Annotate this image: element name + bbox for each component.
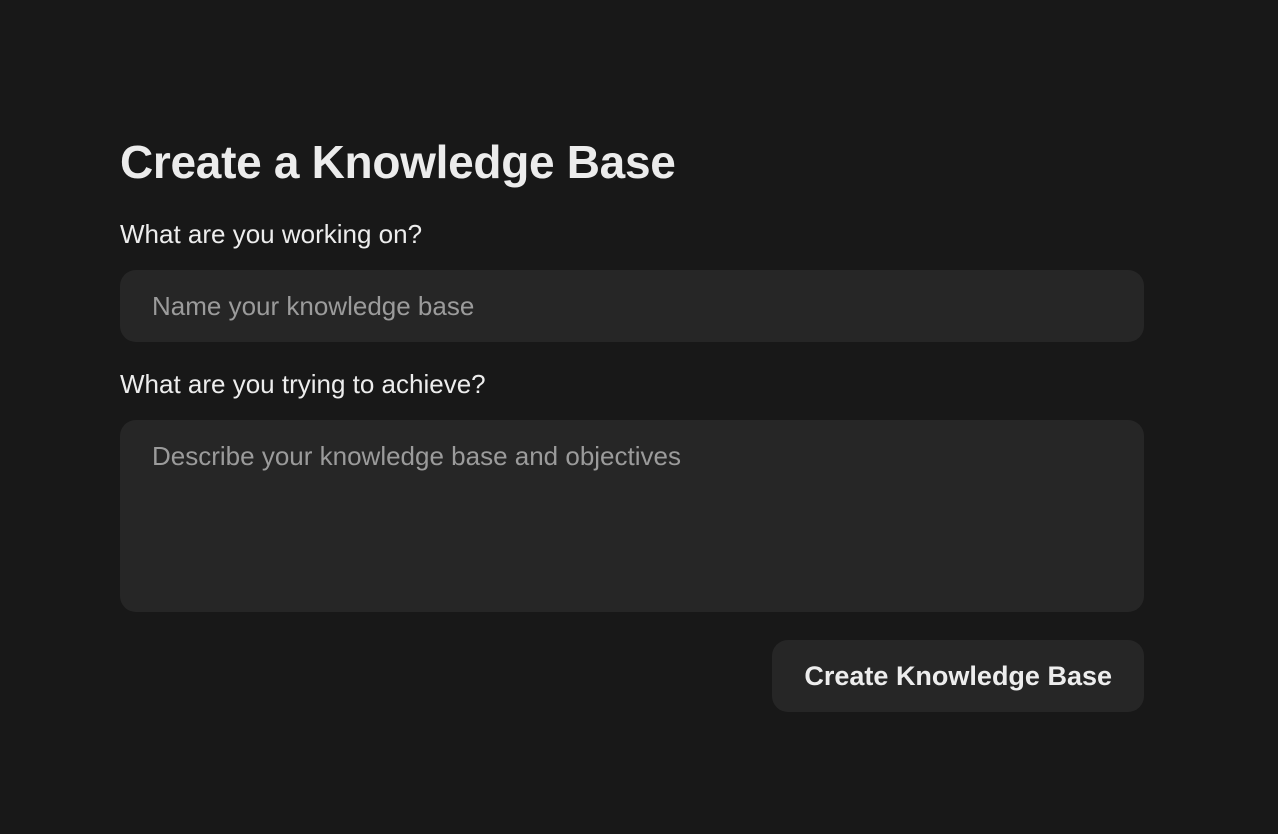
name-field-label: What are you working on? — [120, 219, 423, 249]
page-title: Create a Knowledge Base — [120, 136, 676, 188]
knowledge-base-name-input[interactable] — [120, 270, 1144, 342]
form-actions: Create Knowledge Base — [120, 640, 1144, 712]
knowledge-base-description-input[interactable] — [120, 420, 1144, 612]
create-knowledge-base-button[interactable]: Create Knowledge Base — [772, 640, 1144, 712]
description-field-label: What are you trying to achieve? — [120, 369, 486, 399]
create-knowledge-base-form: Create a Knowledge Base What are you wor… — [120, 130, 1144, 712]
